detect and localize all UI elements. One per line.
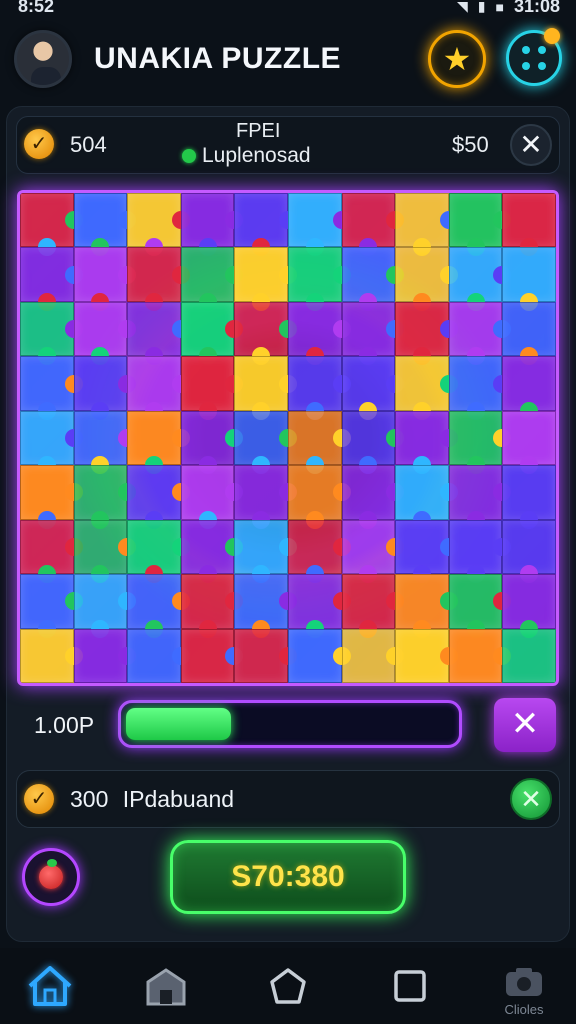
menu-dot-icon (522, 62, 530, 70)
square-icon (394, 970, 426, 1002)
menu-dot-icon (538, 62, 546, 70)
progress-label: 1.00P (34, 712, 95, 738)
status-time: 8:52 (18, 0, 55, 16)
avatar[interactable] (14, 30, 72, 88)
status-bar: 8:52 ◥ ▮ ■ 31:08 (0, 0, 576, 18)
nav-camera-label: Clioles (504, 1002, 544, 1017)
close-button[interactable]: ✕ (510, 124, 552, 166)
reward-text: 300 IPdabuand (70, 786, 234, 813)
status-icons: ◥ ▮ ■ 31:08 (457, 0, 560, 17)
progress-fill (126, 708, 231, 740)
bottom-nav: Clioles (0, 948, 576, 1024)
menu-dot-icon (522, 46, 530, 54)
menu-dot-icon (538, 46, 546, 54)
check-coin-icon: ✓ (24, 784, 54, 814)
check-coin-icon: ✓ (24, 129, 54, 159)
buy-button[interactable]: S70:380 (170, 840, 406, 914)
pentagon-icon (270, 968, 306, 1004)
reward-amount: 300 (70, 786, 109, 812)
nav-shop[interactable] (136, 964, 196, 1014)
leaf-icon (47, 859, 57, 867)
reward-label: IPdabuand (122, 786, 235, 812)
status-right-time: 31:08 (513, 0, 560, 16)
mode-subtitle: Luplenosad (182, 144, 311, 168)
page-title: UNAKIA PUZZLE (94, 42, 342, 75)
puzzle-board[interactable] (17, 190, 559, 686)
mode-title: FPEI (236, 120, 281, 142)
right-score: $50 (452, 132, 489, 157)
header: UNAKIA PUZZLE ★ (0, 24, 576, 94)
shop-icon (146, 968, 186, 1006)
puzzle-grid[interactable] (20, 193, 556, 683)
nav-square[interactable] (380, 964, 440, 1014)
wifi-icon: ◥ (456, 0, 468, 14)
confirm-button[interactable]: ✕ (510, 778, 552, 820)
apple-icon (39, 865, 63, 889)
nav-home[interactable] (20, 964, 80, 1014)
puzzle-piece[interactable] (502, 628, 556, 683)
mode-subtitle-text: Luplenosad (202, 144, 311, 167)
progress-bar (118, 700, 462, 748)
notification-dot (544, 28, 560, 44)
nav-camera[interactable]: Clioles (494, 964, 554, 1017)
cancel-button[interactable]: ✕ (494, 698, 556, 752)
star-icon[interactable]: ★ (428, 30, 486, 88)
online-dot-icon (182, 149, 196, 163)
signal-icon: ▮ (477, 0, 486, 14)
camera-icon (506, 968, 542, 996)
battery-icon: ■ (495, 0, 504, 15)
powerup-button[interactable] (22, 848, 80, 906)
nav-circle[interactable] (258, 964, 318, 1014)
left-score: 504 (70, 132, 107, 157)
home-icon (28, 966, 72, 1006)
